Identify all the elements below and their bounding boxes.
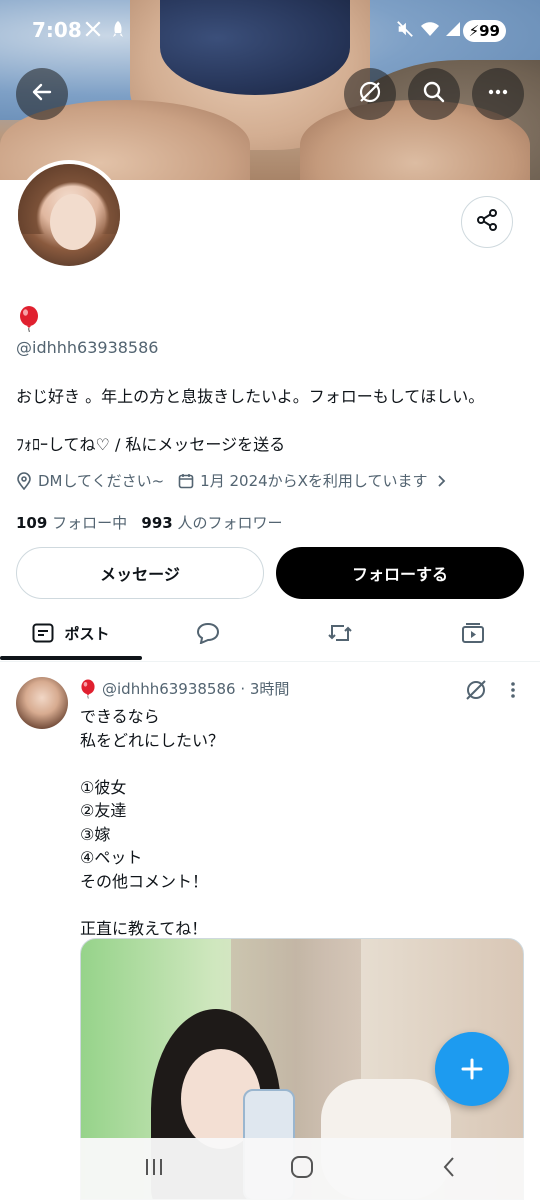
profile-meta: DMしてください~ 1月 2024からXを利用しています	[16, 470, 467, 491]
post-header: @idhhh63938586 · 3時間	[80, 678, 289, 699]
tab-posts[interactable]: ポスト	[0, 604, 142, 662]
follow-stats: 109 フォロー中 993 人のフォロワー	[16, 512, 283, 533]
location-item: DMしてください~	[16, 470, 164, 491]
wifi-icon	[420, 20, 440, 43]
system-back-button[interactable]	[438, 1155, 462, 1183]
location-pin-icon	[17, 471, 31, 490]
signal-icon	[444, 20, 462, 43]
follow-button[interactable]: フォローする	[276, 547, 524, 599]
grok-icon	[466, 680, 486, 700]
mute-icon	[396, 20, 414, 43]
followers-count: 993	[141, 514, 173, 532]
grok-icon	[357, 79, 383, 109]
profile-handle: @idhhh63938586	[16, 338, 159, 357]
repost-icon	[328, 625, 352, 641]
compose-post-button[interactable]	[435, 1032, 509, 1106]
status-time: 7:08	[32, 18, 82, 42]
plus-icon	[461, 1058, 483, 1080]
following-link[interactable]: 109 フォロー中	[16, 514, 127, 532]
balloon-icon	[20, 306, 38, 333]
calendar-icon	[178, 473, 194, 488]
display-name	[18, 306, 40, 336]
post-more-button[interactable]	[505, 680, 521, 704]
status-bar: 7:08 ⚡99	[0, 14, 540, 50]
post-author-avatar[interactable]	[16, 677, 68, 729]
tab-posts-label: ポスト	[64, 624, 110, 643]
chevron-left-icon	[443, 1157, 455, 1177]
profile-avatar[interactable]	[14, 160, 124, 270]
tab-media[interactable]	[406, 604, 540, 662]
profile-bio: おじ好き 。年上の方と息抜きしたいよ。フォローもしてほしい。	[16, 387, 485, 406]
more-horizontal-icon	[486, 80, 510, 108]
battery-level: 99	[479, 22, 500, 40]
post-author-handle[interactable]: @idhhh63938586	[102, 680, 236, 698]
recents-icon	[145, 1159, 162, 1175]
post-grok-button[interactable]	[463, 677, 489, 707]
location-text: DMしてください~	[38, 472, 165, 490]
message-button[interactable]: メッセージ	[16, 547, 264, 599]
back-button[interactable]	[16, 68, 68, 120]
home-button[interactable]	[289, 1154, 315, 1184]
tab-reposts[interactable]	[274, 604, 406, 662]
balloon-icon	[81, 679, 95, 699]
chevron-right-icon	[438, 474, 446, 487]
followers-link[interactable]: 993 人のフォロワー	[141, 514, 282, 532]
search-button[interactable]	[408, 68, 460, 120]
post-text: できるなら 私をどれにしたい？ ①彼女 ②友達 ③嫁 ④ペット その他コメント！…	[80, 707, 225, 938]
reply-icon	[196, 622, 220, 644]
profile-tabs: ポスト	[0, 604, 540, 662]
more-vertical-icon	[511, 682, 515, 698]
arrow-left-icon	[30, 80, 54, 108]
search-icon	[422, 80, 446, 108]
followers-label: 人のフォロワー	[177, 514, 283, 532]
avatar-face	[50, 194, 96, 250]
profile-bio-line2: ﾌｫﾛｰしてね♡ / 私にメッセージを送る	[16, 435, 286, 454]
post-time: · 3時間	[240, 680, 290, 698]
battery-indicator: ⚡99	[462, 20, 506, 42]
active-tab-indicator	[0, 656, 142, 660]
x-logo-icon	[84, 20, 102, 43]
more-button[interactable]	[472, 68, 524, 120]
post-icon	[32, 623, 54, 643]
grok-button[interactable]	[344, 68, 396, 120]
joined-item[interactable]: 1月 2024からXを利用しています	[178, 470, 453, 491]
recents-button[interactable]	[142, 1155, 166, 1183]
home-icon	[290, 1156, 313, 1178]
tab-replies[interactable]	[142, 604, 274, 662]
following-count: 109	[16, 514, 48, 532]
media-icon	[462, 623, 484, 643]
system-nav-bar	[80, 1138, 524, 1200]
share-profile-button[interactable]	[461, 196, 513, 248]
following-label: フォロー中	[52, 514, 128, 532]
share-icon	[475, 208, 499, 236]
rocket-icon	[110, 20, 126, 43]
joined-text: 1月 2024からXを利用しています	[200, 472, 428, 490]
